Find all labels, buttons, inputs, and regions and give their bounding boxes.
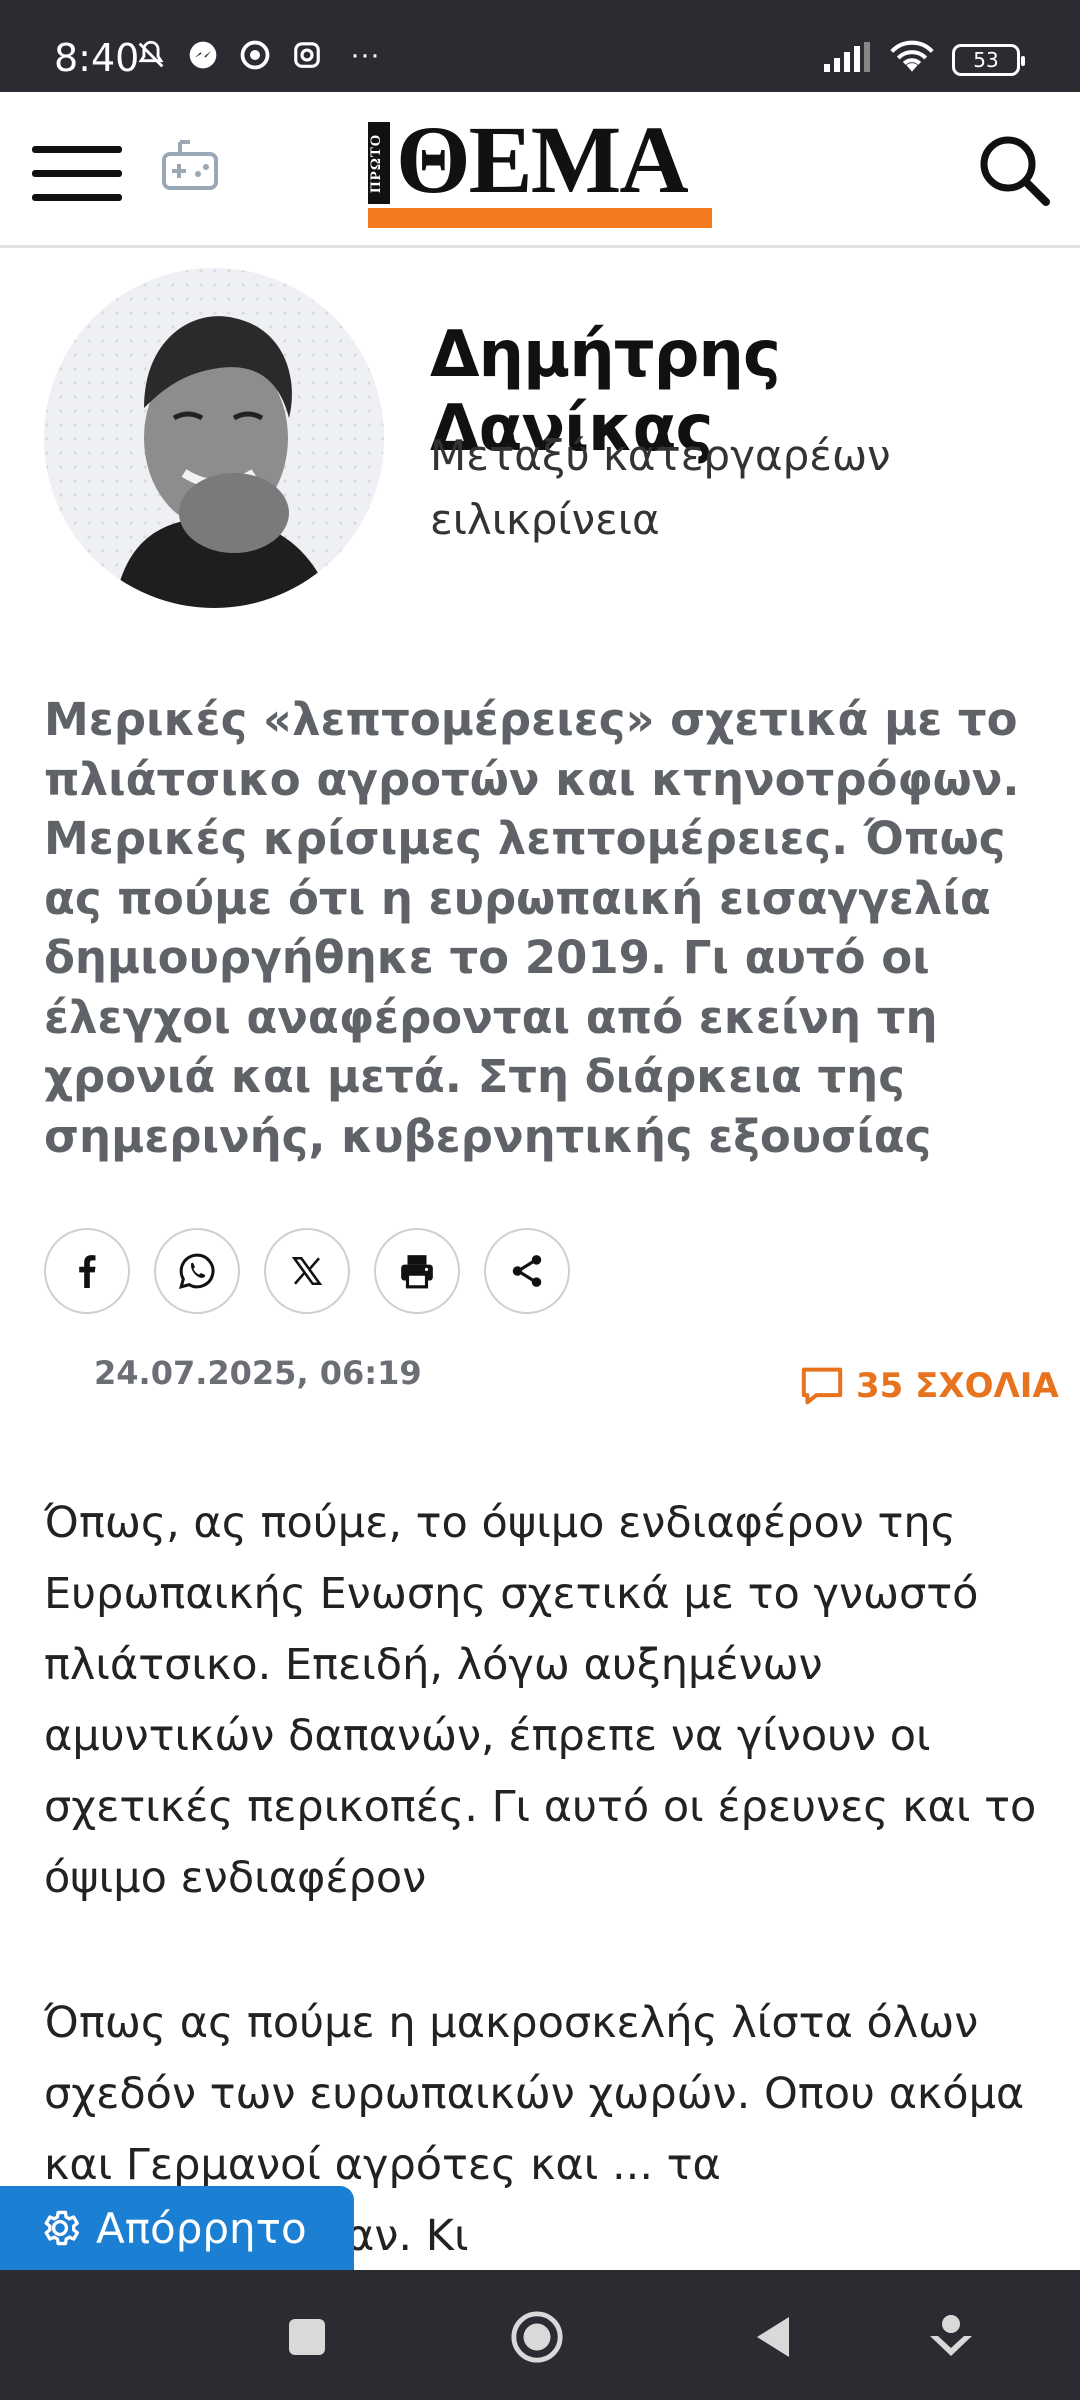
author-avatar[interactable] [44, 268, 384, 608]
privacy-settings-button[interactable]: Απόρρητο [0, 2186, 354, 2270]
back-triangle-icon [757, 2317, 789, 2357]
share-icon [512, 1255, 542, 1287]
more-notifications: ··· [350, 38, 380, 71]
logo-main-text: ΘΕΜΑ [396, 106, 689, 213]
signal-icon [824, 42, 872, 77]
gamepad-icon[interactable] [160, 136, 220, 196]
facebook-icon [79, 1255, 96, 1288]
wifi-icon [890, 40, 934, 79]
comments-link[interactable]: 35 ΣΧΟΛΙΑ [800, 1366, 1059, 1406]
messenger-icon [186, 38, 220, 72]
search-icon[interactable] [976, 132, 1052, 208]
share-button[interactable] [484, 1228, 570, 1314]
privacy-button-label: Απόρρητο [96, 2203, 307, 2253]
whatsapp-share-button[interactable] [154, 1228, 240, 1314]
status-system-icons: 53 [824, 40, 1025, 79]
article-paragraph: Όπως, ας πούμε, το όψιμο ενδιαφέρον της … [44, 1498, 1037, 1903]
comments-count: 35 ΣΧΟΛΙΑ [856, 1366, 1059, 1406]
column-title-line1: Μεταξύ κατεργαρέων [430, 431, 891, 480]
x-share-button[interactable] [264, 1228, 350, 1314]
system-navigation-bar [0, 2270, 1080, 2400]
instagram-icon [290, 38, 324, 72]
column-title: Μεταξύ κατεργαρέων ειλικρίνεια [430, 424, 990, 552]
gear-icon [44, 2210, 80, 2246]
x-icon [291, 1256, 323, 1286]
print-button[interactable] [374, 1228, 460, 1314]
status-notification-icons: ··· [134, 38, 380, 72]
mute-bell-icon [134, 38, 168, 72]
back-button[interactable] [746, 2310, 800, 2364]
logo-proto-text: ΠΡΩΤΟ [368, 122, 390, 204]
home-button[interactable] [510, 2310, 564, 2364]
home-circle-icon [511, 2311, 563, 2363]
square-icon [289, 2319, 325, 2355]
article-lead: Μερικές «λεπτομέρειες» σχετικά με το πλι… [44, 693, 1020, 1163]
battery-indicator: 53 [952, 43, 1025, 76]
recent-apps-button[interactable] [280, 2310, 334, 2364]
article-date: 24.07.2025, 06:19 [94, 1354, 422, 1392]
share-bar [44, 1228, 570, 1314]
menu-icon[interactable] [32, 146, 122, 202]
status-time: 8:40 [54, 36, 140, 80]
chrome-icon [238, 38, 272, 72]
assistant-button[interactable] [924, 2310, 978, 2364]
status-bar: 8:40 ··· 53 [0, 0, 1080, 92]
download-down-icon [930, 2315, 972, 2356]
whatsapp-icon [179, 1253, 215, 1289]
column-title-line2: ειλικρίνεια [430, 495, 660, 544]
logo-accent-bar [368, 208, 712, 228]
site-header: ΠΡΩΤΟ ΘΕΜΑ [0, 92, 1080, 248]
comment-bubble-icon [801, 1367, 843, 1405]
site-logo[interactable]: ΠΡΩΤΟ ΘΕΜΑ [368, 110, 712, 228]
print-icon [401, 1255, 433, 1289]
facebook-share-button[interactable] [44, 1228, 130, 1314]
